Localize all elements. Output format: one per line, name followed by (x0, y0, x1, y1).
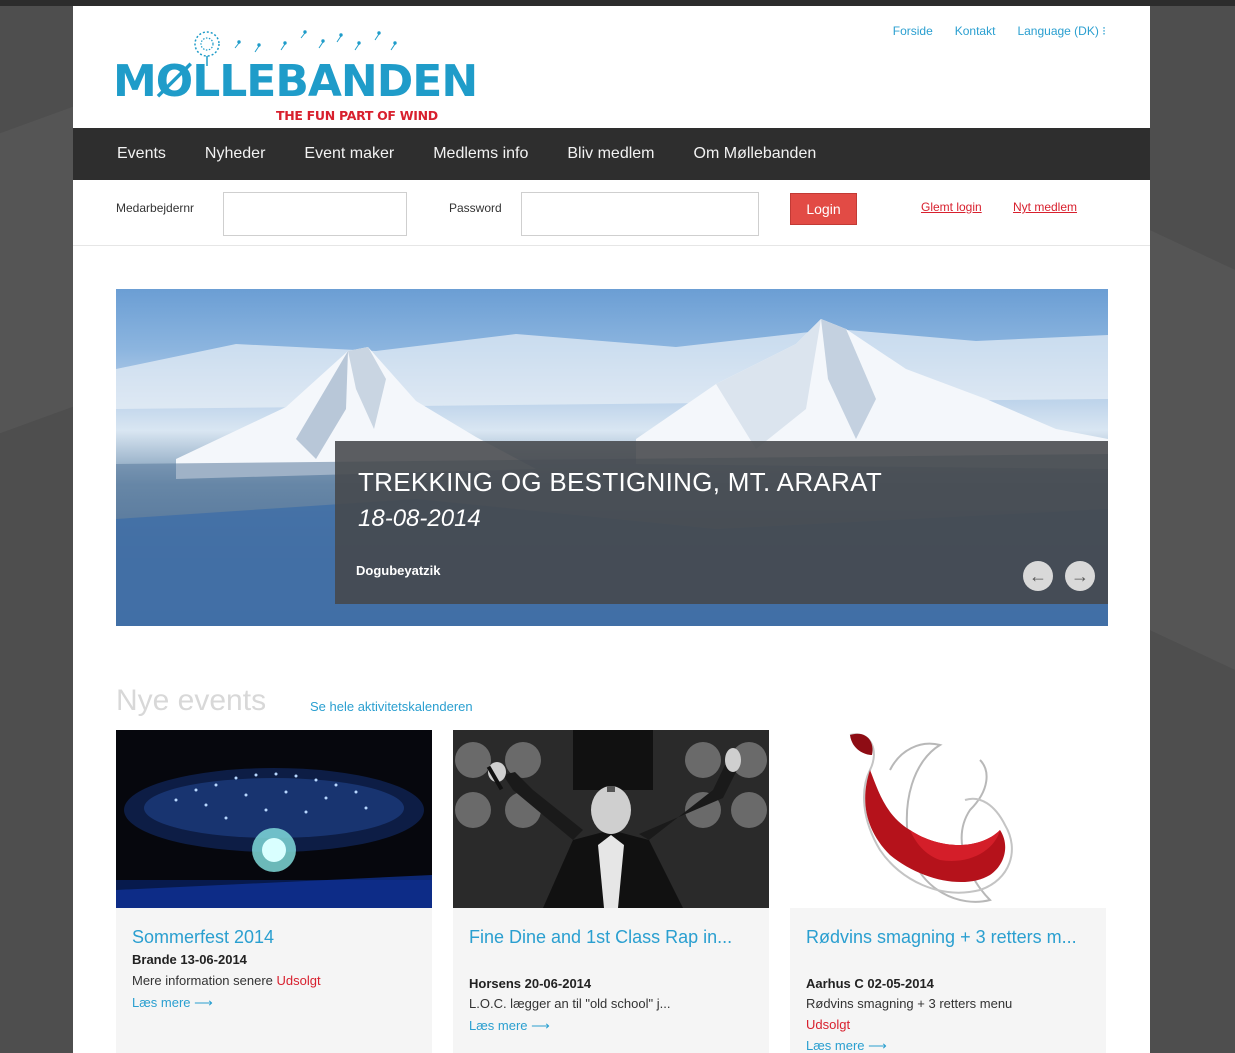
event-title[interactable]: Fine Dine and 1st Class Rap in... (469, 927, 759, 948)
main-nav: Events Nyheder Event maker Medlems info … (73, 128, 1150, 180)
event-image (790, 730, 1106, 908)
logo-tagline: THE FUN PART OF WIND (276, 108, 438, 123)
login-bar: Medarbejdernr Password Login Glemt login… (73, 180, 1150, 246)
event-description-text: Mere information senere (132, 973, 273, 988)
sold-out-badge: Udsolgt (806, 1017, 851, 1032)
arrow-right-icon: ⟶ (868, 1038, 887, 1053)
link-forside[interactable]: Forside (893, 24, 933, 38)
calendar-link[interactable]: Se hele aktivitetskalenderen (310, 699, 473, 714)
hero-slider[interactable]: TREKKING OG BESTIGNING, MT. ARARAT 18-08… (116, 289, 1108, 626)
password-label: Password (449, 201, 502, 215)
event-image (453, 730, 769, 908)
link-kontakt[interactable]: Kontakt (955, 24, 996, 38)
slide-title: TREKKING OG BESTIGNING, MT. ARARAT (358, 467, 883, 497)
read-more-link[interactable]: Læs mere ⟶ (132, 995, 213, 1011)
background-pattern (1150, 230, 1235, 670)
background-pattern (0, 106, 73, 434)
event-description: Rødvins smagning + 3 retters menu (806, 996, 1013, 1011)
nav-item-medlems-info[interactable]: Medlems info (433, 145, 528, 163)
arrow-left-icon[interactable]: ← (1023, 561, 1053, 591)
page: MØLLEBANDEN THE FUN PART OF WIND Forside… (73, 6, 1150, 1053)
event-description: Mere information senere Udsolgt (132, 973, 321, 988)
event-description-text: L.O.C. lægger an til "old school" j... (469, 996, 671, 1011)
member-number-label: Medarbejdernr (116, 201, 195, 215)
read-more-label: Læs mere (806, 1038, 865, 1053)
slide-caption: TREKKING OG BESTIGNING, MT. ARARAT 18-08… (335, 441, 1108, 604)
event-location-date: Brande 13-06-2014 (132, 952, 247, 967)
nav-item-om-mollebanden[interactable]: Om Møllebanden (694, 145, 817, 163)
read-more-link[interactable]: Læs mere ⟶ (806, 1038, 887, 1053)
event-image (116, 730, 432, 908)
event-title[interactable]: Sommerfest 2014 (132, 927, 422, 948)
event-location-date: Aarhus C 02-05-2014 (806, 976, 934, 991)
arrow-right-icon: ⟶ (531, 1018, 550, 1033)
slide-location: Dogubeyatzik (356, 563, 441, 578)
forgot-login-link[interactable]: Glemt login (921, 200, 982, 214)
nav-item-nyheder[interactable]: Nyheder (205, 145, 265, 163)
read-more-label: Læs mere (132, 995, 191, 1010)
password-input[interactable] (521, 192, 759, 236)
top-links: Forside Kontakt Language (DK) ⁝ (893, 24, 1106, 38)
event-location-date: Horsens 20-06-2014 (469, 976, 592, 991)
event-description: L.O.C. lægger an til "old school" j... (469, 996, 670, 1011)
read-more-link[interactable]: Læs mere ⟶ (469, 1018, 550, 1034)
login-button[interactable]: Login (790, 193, 857, 225)
logo-wordmark: MØLLEBANDEN (113, 56, 478, 107)
member-number-input[interactable] (223, 192, 407, 236)
event-title[interactable]: Rødvins smagning + 3 retters m... (806, 927, 1096, 948)
arrow-right-icon: ⟶ (194, 995, 213, 1010)
nav-item-bliv-medlem[interactable]: Bliv medlem (567, 145, 654, 163)
event-card[interactable]: Sommerfest 2014 Brande 13-06-2014 Mere i… (116, 730, 432, 1053)
arrow-right-icon[interactable]: → (1065, 561, 1095, 591)
new-member-link[interactable]: Nyt medlem (1013, 200, 1077, 214)
nav-item-event-maker[interactable]: Event maker (304, 145, 394, 163)
sold-out-badge: Udsolgt (276, 973, 321, 988)
slide-date: 18-08-2014 (358, 505, 481, 532)
event-card[interactable]: Fine Dine and 1st Class Rap in... Horsen… (453, 730, 769, 1053)
read-more-label: Læs mere (469, 1018, 528, 1033)
nav-item-events[interactable]: Events (117, 145, 166, 163)
events-heading: Nye events (116, 684, 267, 717)
site-logo[interactable]: MØLLEBANDEN THE FUN PART OF WIND (113, 28, 478, 123)
language-selector[interactable]: Language (DK) ⁝ (1017, 24, 1106, 38)
event-card[interactable]: Rødvins smagning + 3 retters m... Aarhus… (790, 730, 1106, 1053)
